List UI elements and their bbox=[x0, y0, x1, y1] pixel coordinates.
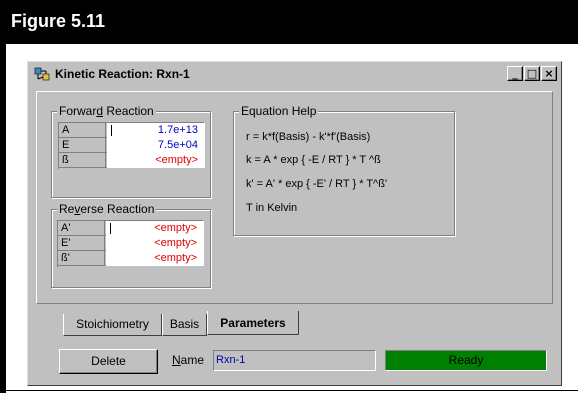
param-value-A[interactable]: 1.7e+13 bbox=[107, 123, 205, 138]
app-icon bbox=[34, 67, 50, 81]
name-field[interactable]: Rxn-1 bbox=[213, 350, 376, 371]
equation-rate: r = k*f(Basis) - k'*f'(Basis) bbox=[246, 131, 371, 143]
parameters-panel: Forward Reaction A 1.7e+13 E 7.5e+04 ß <… bbox=[36, 91, 553, 304]
delete-button[interactable]: Delete bbox=[59, 349, 158, 374]
table-row[interactable]: A 1.7e+13 bbox=[59, 123, 205, 138]
table-row[interactable]: E' <empty> bbox=[58, 236, 204, 251]
reverse-params-grid: A' <empty> E' <empty> ß' <empty> bbox=[57, 220, 204, 267]
equation-reverse-k: k' = A' * exp { -E' / RT } * T^ß' bbox=[246, 178, 388, 190]
text-cursor bbox=[111, 125, 112, 136]
param-value-E-prime[interactable]: <empty> bbox=[106, 236, 204, 251]
figure-header: Figure 5.11 bbox=[0, 0, 578, 44]
forward-reaction-label: Forward Reaction bbox=[57, 104, 156, 118]
close-button[interactable]: × bbox=[541, 66, 557, 81]
param-value-beta-prime[interactable]: <empty> bbox=[106, 251, 204, 266]
table-row[interactable]: A' <empty> bbox=[58, 221, 204, 236]
status-indicator: Ready bbox=[385, 350, 547, 371]
param-value-E[interactable]: 7.5e+04 bbox=[107, 138, 205, 153]
text-cursor bbox=[110, 223, 111, 234]
kinetic-reaction-window: Kinetic Reaction: Rxn-1 _ □ × Forward Re… bbox=[27, 61, 562, 386]
reverse-reaction-group: Reverse Reaction A' <empty> E' <empty> ß… bbox=[51, 202, 211, 288]
window-title: Kinetic Reaction: Rxn-1 bbox=[55, 67, 190, 81]
temperature-note: T in Kelvin bbox=[246, 202, 298, 214]
minimize-button[interactable]: _ bbox=[507, 66, 523, 81]
figure-bottom-rule bbox=[6, 390, 578, 391]
table-row[interactable]: ß' <empty> bbox=[58, 251, 204, 266]
param-value-beta[interactable]: <empty> bbox=[107, 153, 205, 168]
param-name: ß bbox=[59, 153, 106, 168]
table-row[interactable]: E 7.5e+04 bbox=[59, 138, 205, 153]
equation-help-label: Equation Help bbox=[239, 104, 319, 118]
figure-left-rule bbox=[0, 44, 6, 393]
figure-title: Figure 5.11 bbox=[11, 11, 106, 31]
tab-stoichiometry[interactable]: Stoichiometry bbox=[63, 314, 162, 336]
reverse-reaction-label: Reverse Reaction bbox=[57, 202, 157, 216]
param-name: E bbox=[59, 138, 106, 153]
table-row[interactable]: ß <empty> bbox=[59, 153, 205, 168]
forward-params-grid: A 1.7e+13 E 7.5e+04 ß <empty> bbox=[58, 122, 205, 169]
tab-basis[interactable]: Basis bbox=[162, 314, 207, 336]
param-name: A' bbox=[58, 221, 105, 236]
window-titlebar[interactable]: Kinetic Reaction: Rxn-1 _ □ × bbox=[30, 64, 559, 84]
name-label: Name bbox=[172, 353, 205, 367]
param-value-A-prime[interactable]: <empty> bbox=[106, 221, 204, 236]
forward-reaction-group: Forward Reaction A 1.7e+13 E 7.5e+04 ß <… bbox=[51, 104, 211, 198]
equation-help-group: Equation Help r = k*f(Basis) - k'*f'(Bas… bbox=[233, 104, 455, 236]
param-name: A bbox=[59, 123, 106, 138]
maximize-button[interactable]: □ bbox=[524, 66, 540, 81]
tab-parameters[interactable]: Parameters bbox=[207, 311, 299, 335]
equation-forward-k: k = A * exp { -E / RT } * T ^ß bbox=[246, 154, 381, 166]
param-name: E' bbox=[58, 236, 105, 251]
param-name: ß' bbox=[58, 251, 105, 266]
